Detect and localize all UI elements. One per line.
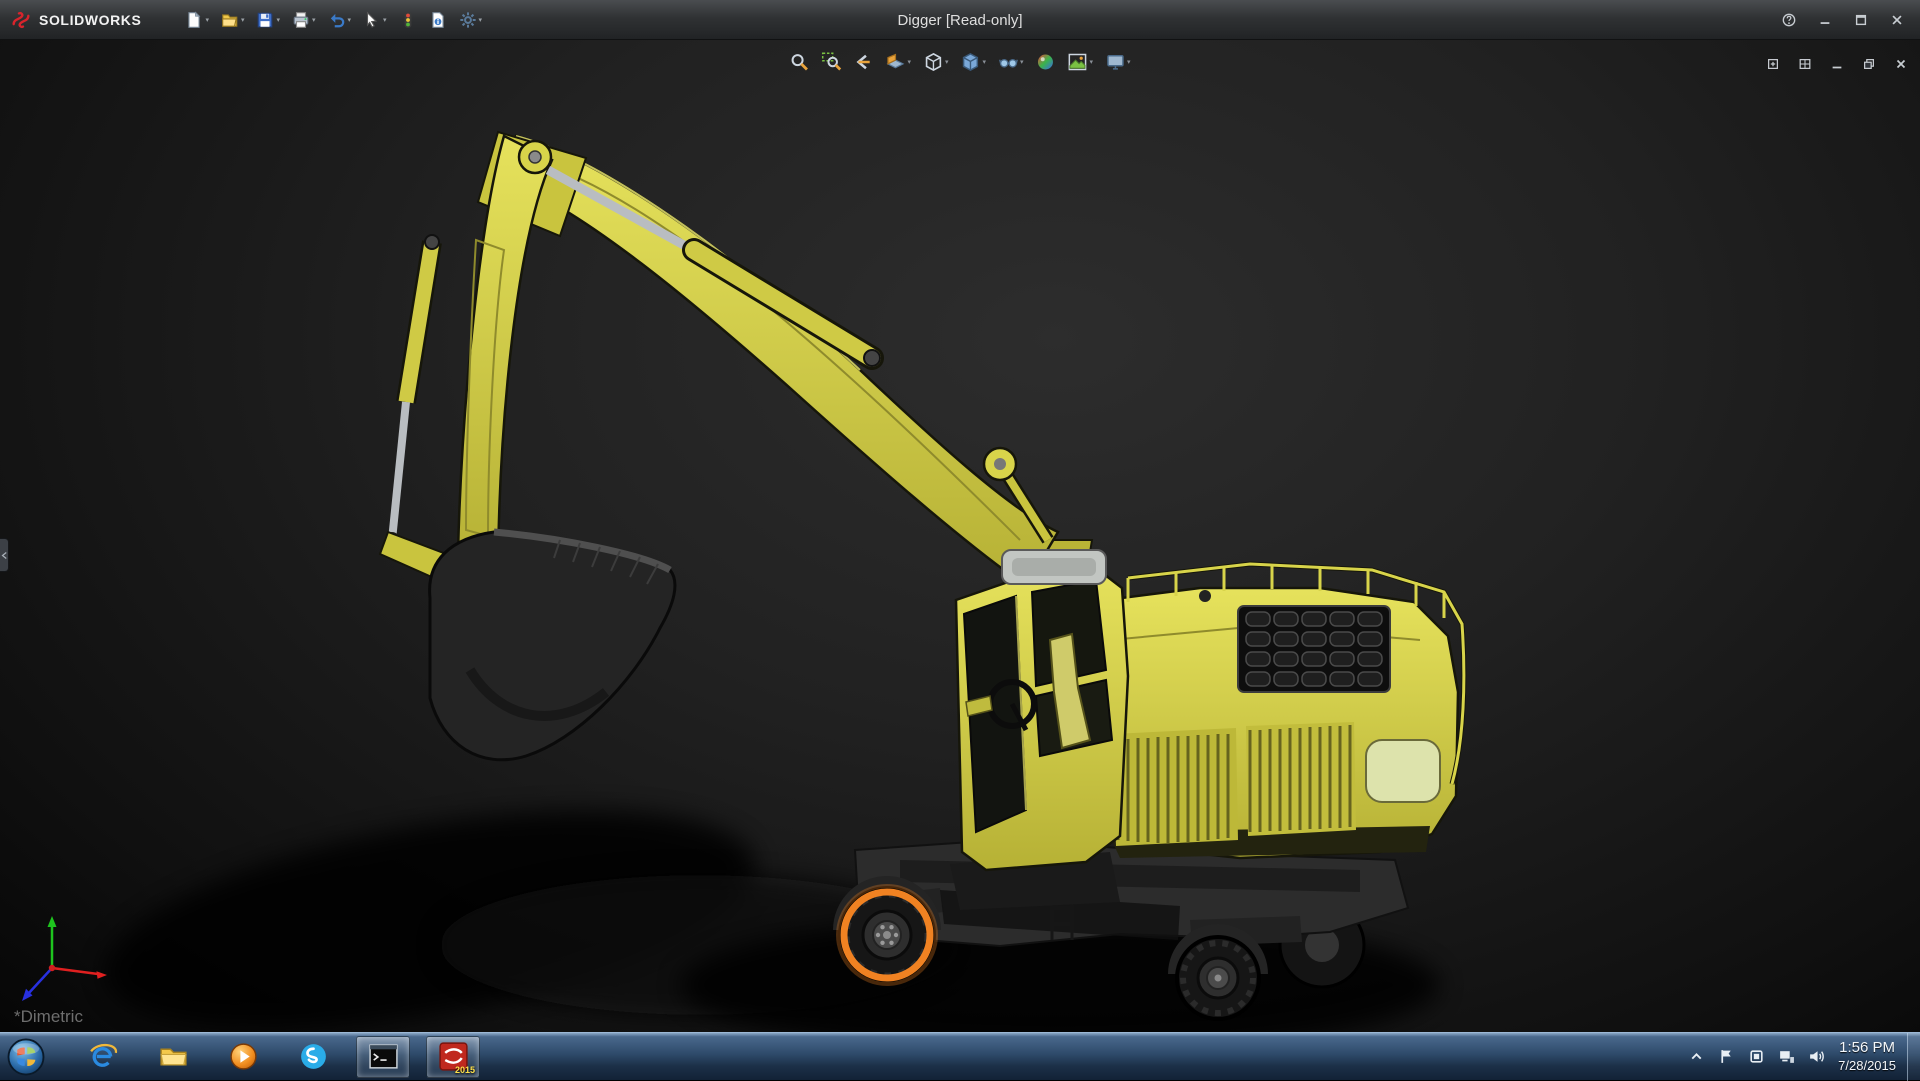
taskbar: 2015 1:56 PM 7/28/2015 [0,1032,1920,1080]
help-button[interactable] [1780,6,1798,34]
print-button[interactable]: ▾ [290,6,318,34]
dropdown-arrow-icon[interactable]: ▾ [383,16,387,24]
open-button[interactable]: ▾ [219,6,247,34]
app-window-controls [1780,6,1906,34]
clock-time: 1:56 PM [1839,1039,1895,1058]
taskbar-solidworks-button[interactable]: 2015 [426,1036,480,1078]
model-scene[interactable] [0,40,1920,1032]
menu-bar: SOLIDWORKS ▾▾▾▾▾▾▾ Digger [Read-only] [0,0,1920,40]
dropdown-arrow-icon[interactable]: ▾ [348,16,352,24]
clock-date: 7/28/2015 [1838,1058,1896,1074]
new-document-button[interactable]: ▾ [183,6,211,34]
dropdown-arrow-icon[interactable]: ▾ [1020,58,1024,66]
doc-layout-button[interactable] [1796,50,1814,78]
taskbar-command-prompt-button[interactable] [356,1036,410,1078]
tray-app-button[interactable] [1745,1043,1767,1071]
app-minimize-button[interactable] [1816,6,1834,34]
doc-minimize-button[interactable] [1828,50,1846,78]
system-tray [1685,1033,1827,1081]
tray-action-center-button[interactable] [1715,1043,1737,1071]
section-view-button[interactable]: ▾ [883,48,913,76]
dropdown-arrow-icon[interactable]: ▾ [1090,58,1094,66]
document-window-controls [1764,50,1910,78]
dropdown-arrow-icon[interactable]: ▾ [907,58,911,66]
doc-new-window-button[interactable] [1764,50,1782,78]
previous-view-button[interactable] [851,48,875,76]
dropdown-arrow-icon[interactable]: ▾ [982,58,986,66]
hide-show-items-button[interactable]: ▾ [996,48,1026,76]
undo-button[interactable]: ▾ [326,6,354,34]
featuremanager-collapse-tab[interactable] [0,538,9,572]
cab-group[interactable] [950,550,1128,910]
show-desktop-button[interactable] [1907,1033,1920,1081]
body-group[interactable] [1106,564,1464,858]
graphics-area[interactable]: ▾ ▾ ▾ ▾ ▾ ▾ [0,40,1920,1032]
rear-right-wheel[interactable] [1177,937,1259,1019]
doc-restore-button[interactable] [1860,50,1878,78]
taskbar-apps: 2015 [76,1033,480,1081]
select-button[interactable]: ▾ [361,6,389,34]
solidworks-logo-icon [10,9,32,31]
file-properties-button[interactable] [427,6,449,34]
start-button[interactable] [0,1033,52,1081]
display-style-button[interactable]: ▾ [958,48,988,76]
app-badge: 2015 [455,1065,475,1075]
heads-up-view-toolbar: ▾ ▾ ▾ ▾ ▾ ▾ [787,48,1132,76]
front-left-wheel[interactable] [840,888,934,982]
tray-volume-button[interactable] [1805,1043,1827,1071]
taskbar-clock[interactable]: 1:56 PM 7/28/2015 [1838,1039,1896,1074]
boom-group[interactable] [380,132,1092,602]
dropdown-arrow-icon[interactable]: ▾ [241,16,245,24]
tray-show-hidden-button[interactable] [1685,1043,1707,1071]
orientation-triad [22,916,107,1001]
edit-appearance-button[interactable] [1034,48,1058,76]
save-button[interactable]: ▾ [254,6,282,34]
taskbar-media-player-button[interactable] [216,1036,270,1078]
dropdown-arrow-icon[interactable]: ▾ [1127,58,1131,66]
taskbar-explorer-button[interactable] [146,1036,200,1078]
zoom-to-area-button[interactable] [819,48,843,76]
view-orientation-label: *Dimetric [14,1007,83,1027]
dropdown-arrow-icon[interactable]: ▾ [945,58,949,66]
dropdown-arrow-icon[interactable]: ▾ [479,16,483,24]
solidworks-logo: SOLIDWORKS [10,9,141,31]
taskbar-skype-button[interactable] [286,1036,340,1078]
zoom-to-fit-button[interactable] [787,48,811,76]
bucket-group[interactable] [430,532,675,760]
doc-close-button[interactable] [1892,50,1910,78]
apply-scene-button[interactable]: ▾ [1066,48,1096,76]
dropdown-arrow-icon[interactable]: ▾ [276,16,280,24]
collapse-arrow-icon [1,551,7,560]
rebuild-button[interactable] [397,6,419,34]
view-orientation-button[interactable]: ▾ [921,48,951,76]
options-button[interactable]: ▾ [457,6,485,34]
app-close-button[interactable] [1888,6,1906,34]
tray-display-button[interactable] [1775,1043,1797,1071]
engine-grille [1238,606,1390,692]
view-settings-button[interactable]: ▾ [1103,48,1133,76]
dropdown-arrow-icon[interactable]: ▾ [312,16,316,24]
solidworks-logo-text: SOLIDWORKS [39,12,141,28]
dropdown-arrow-icon[interactable]: ▾ [205,16,209,24]
taskbar-internet-explorer-button[interactable] [76,1036,130,1078]
windows-start-icon [6,1037,46,1077]
app-maximize-button[interactable] [1852,6,1870,34]
quick-access-toolbar: ▾ ▾ ▾ ▾ ▾ ▾ ▾ [183,6,484,34]
